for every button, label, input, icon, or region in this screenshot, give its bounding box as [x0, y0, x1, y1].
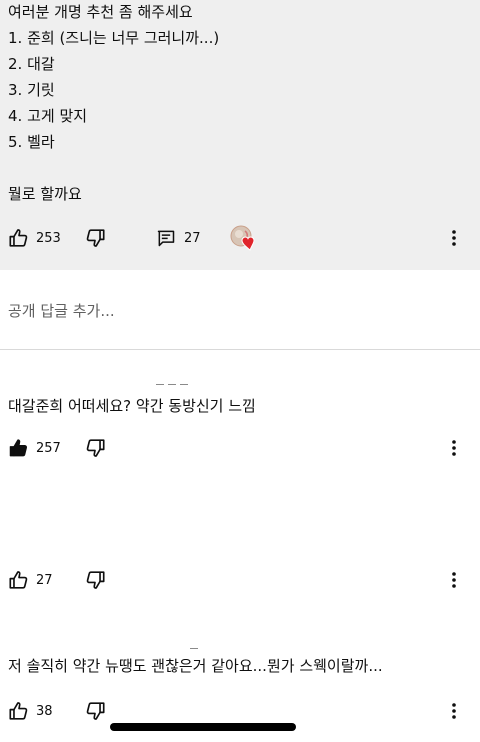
more-options-button[interactable]	[442, 226, 466, 250]
creator-heart-badge	[229, 224, 259, 252]
parent-comment: 여러분 개명 추천 좀 해주세요 1. 준희 (즈니는 너무 그러니까...) …	[0, 0, 480, 270]
thumbs-down-icon	[84, 227, 106, 249]
reply-count-button[interactable]: 27	[156, 224, 201, 252]
reply-action-bar: 27	[0, 566, 480, 594]
thumbs-up-icon	[8, 569, 30, 591]
reply-action-bar: 38	[0, 697, 480, 725]
more-vert-icon	[452, 230, 456, 246]
creator-avatar-icon	[230, 225, 255, 251]
like-button[interactable]: 253	[8, 224, 61, 252]
like-count: 38	[36, 703, 53, 719]
comment-line: 5. 벨라	[8, 133, 55, 151]
like-count: 27	[36, 572, 53, 588]
thumbs-up-icon	[8, 227, 30, 249]
reply-text: 대갈준희 어떠세요? 약간 동방신기 느낌	[8, 397, 256, 415]
dislike-button[interactable]	[84, 224, 106, 252]
thumbs-down-icon	[84, 569, 106, 591]
redacted-username-mark	[190, 648, 198, 649]
reply-text: 저 솔직히 약간 뉴땡도 괜찮은거 같아요...뭔가 스웩이랄까...	[8, 657, 383, 675]
comment-line: 뭘로 할까요	[8, 185, 82, 203]
add-reply-field[interactable]: 공개 답글 추가...	[0, 270, 480, 350]
redacted-username-mark	[180, 384, 188, 385]
like-count: 257	[36, 440, 61, 456]
like-count: 253	[36, 230, 61, 246]
more-options-button[interactable]	[442, 436, 466, 460]
comment-line: 여러분 개명 추천 좀 해주세요	[8, 3, 193, 21]
dislike-button[interactable]	[84, 434, 106, 462]
reply-placeholder: 공개 답글 추가...	[8, 302, 115, 320]
more-options-button[interactable]	[442, 699, 466, 723]
more-options-button[interactable]	[442, 568, 466, 592]
dislike-button[interactable]	[84, 697, 106, 725]
thumbs-down-icon	[84, 700, 106, 722]
comment-action-bar: 253 27	[0, 224, 480, 252]
comment-line: 1. 준희 (즈니는 너무 그러니까...)	[8, 29, 220, 47]
reply-count: 27	[184, 230, 201, 246]
comment-line: 4. 고게 맞지	[8, 107, 88, 125]
comment-line: 3. 기릿	[8, 81, 55, 99]
redacted-username-mark	[168, 384, 176, 385]
home-indicator[interactable]	[110, 723, 296, 731]
thumbs-up-filled-icon	[8, 437, 30, 459]
comment-icon	[156, 228, 176, 248]
more-vert-icon	[452, 703, 456, 719]
more-vert-icon	[452, 440, 456, 456]
more-vert-icon	[452, 572, 456, 588]
like-button[interactable]: 257	[8, 434, 61, 462]
like-button[interactable]: 27	[8, 566, 53, 594]
thumbs-down-icon	[84, 437, 106, 459]
redacted-username-mark	[156, 384, 164, 385]
reply-action-bar: 257	[0, 434, 480, 462]
comment-line: 2. 대갈	[8, 55, 55, 73]
thumbs-up-icon	[8, 700, 30, 722]
dislike-button[interactable]	[84, 566, 106, 594]
like-button[interactable]: 38	[8, 697, 53, 725]
